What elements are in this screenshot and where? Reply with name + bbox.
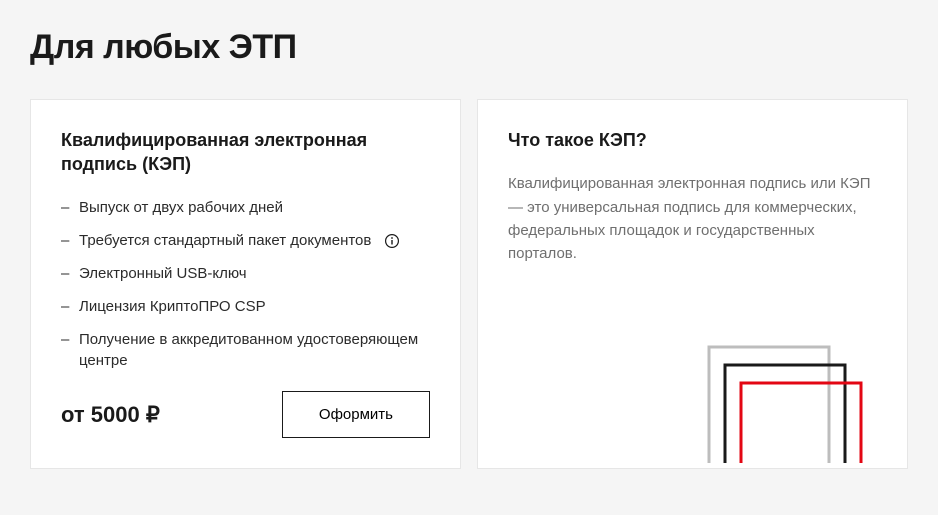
feature-text: Требуется стандартный пакет документов bbox=[79, 232, 371, 249]
order-button[interactable]: Оформить bbox=[282, 391, 430, 438]
info-card: Что такое КЭП? Квалифицированная электро… bbox=[477, 99, 908, 469]
feature-text: Получение в аккредитованном удостоверяющ… bbox=[79, 331, 418, 369]
page-title: Для любых ЭТП bbox=[30, 28, 908, 67]
info-icon[interactable] bbox=[384, 233, 400, 249]
info-text: Квалифицированная электронная подпись ил… bbox=[508, 172, 877, 265]
feature-text: Выпуск от двух рабочих дней bbox=[79, 199, 283, 216]
product-card: Квалифицированная электронная подпись (К… bbox=[30, 99, 461, 469]
info-title: Что такое КЭП? bbox=[508, 128, 877, 152]
price-label: от 5000 ₽ bbox=[61, 402, 160, 428]
list-item: Получение в аккредитованном удостоверяющ… bbox=[61, 329, 430, 371]
list-item: Лицензия КриптоПРО CSP bbox=[61, 296, 430, 317]
list-item: Требуется стандартный пакет документов bbox=[61, 230, 430, 251]
list-item: Выпуск от двух рабочих дней bbox=[61, 197, 430, 218]
feature-text: Электронный USB-ключ bbox=[79, 265, 247, 282]
cards-container: Квалифицированная электронная подпись (К… bbox=[30, 99, 908, 469]
feature-list: Выпуск от двух рабочих дней Требуется ст… bbox=[61, 197, 430, 371]
list-item: Электронный USB-ключ bbox=[61, 263, 430, 284]
product-title: Квалифицированная электронная подпись (К… bbox=[61, 128, 430, 177]
decorative-frames-icon bbox=[677, 343, 877, 468]
feature-text: Лицензия КриптоПРО CSP bbox=[79, 298, 266, 315]
price-row: от 5000 ₽ Оформить bbox=[61, 391, 430, 438]
